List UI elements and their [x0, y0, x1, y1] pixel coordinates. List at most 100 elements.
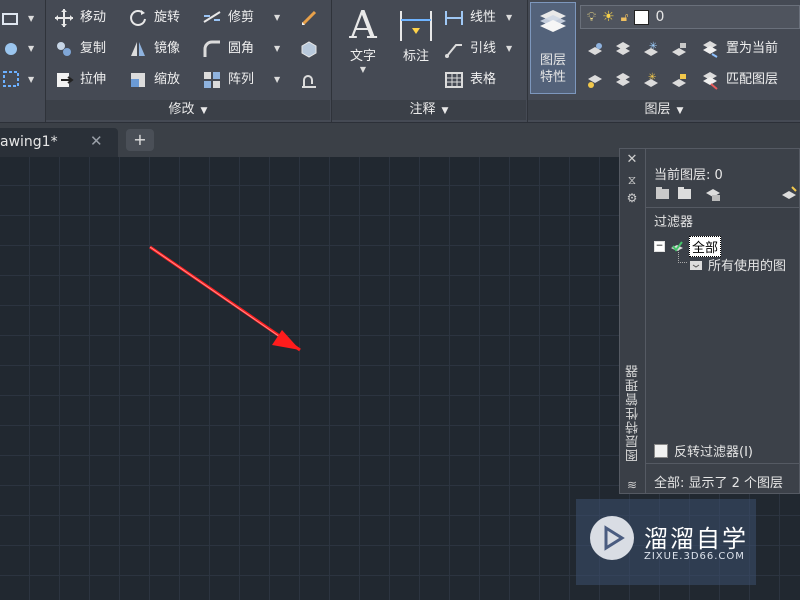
current-layer-value: 0 — [655, 9, 665, 25]
layer-off-icon[interactable] — [584, 38, 606, 60]
match-layer-button[interactable]: 匹配图层 — [700, 67, 778, 93]
copy-icon — [54, 39, 74, 59]
set-current-label: 置为当前 — [726, 41, 779, 56]
erase-icon[interactable] — [298, 7, 320, 29]
chevron-down-icon: ▼ — [200, 106, 208, 116]
chevron-down-icon[interactable]: ▼ — [274, 67, 280, 93]
palette-status-bar: 全部: 显示了 2 个图层 — [646, 463, 799, 496]
draw-hatch-icon[interactable] — [0, 38, 22, 60]
scale-button[interactable]: 缩放 — [128, 67, 180, 93]
filter-tree: − 全部 所有使用的图 — [646, 230, 799, 430]
table-label: 表格 — [470, 72, 497, 87]
chevron-down-icon: ▼ — [359, 65, 367, 74]
modify-panel-title-label: 修改 — [168, 102, 195, 117]
dimension-button[interactable]: 标注 — [394, 4, 438, 65]
filter-folder-icon — [690, 260, 702, 270]
drawing-tab[interactable]: awing1* ✕ — [0, 128, 118, 157]
rotate-button[interactable]: 旋转 — [128, 5, 180, 31]
fillet-button[interactable]: 圆角 ▼ — [202, 36, 280, 62]
fillet-icon — [202, 39, 222, 59]
mirror-button[interactable]: 镜像 — [128, 36, 180, 62]
layer-merge-icon[interactable] — [612, 69, 634, 91]
array-label: 阵列 — [228, 72, 255, 87]
draw-region-icon[interactable] — [0, 68, 22, 90]
trim-button[interactable]: 修剪 ▼ — [202, 5, 280, 31]
annotation-panel: A 文字 ▼ 标注 线性 ▼ 引线 ▼ 表格 注释 ▼ — [332, 0, 526, 122]
auto-hide-icon[interactable]: ⧖ — [625, 173, 639, 187]
layer-lock-icon[interactable] — [668, 38, 690, 60]
stretch-label: 拉伸 — [80, 72, 107, 87]
close-icon[interactable]: ✕ — [625, 153, 639, 167]
layer-color-swatch — [634, 9, 650, 25]
new-tab-button[interactable]: + — [126, 129, 154, 151]
trim-label: 修剪 — [228, 10, 255, 25]
stretch-button[interactable]: 拉伸 — [54, 67, 106, 93]
filters-header: 过滤器 — [646, 207, 799, 231]
tree-node-all-label: 全部 — [689, 236, 722, 257]
tree-node-all-used[interactable]: 所有使用的图 — [688, 255, 786, 274]
table-icon — [444, 70, 464, 90]
watermark: 溜溜自学 ZIXUE.3D66.COM — [576, 499, 756, 585]
tree-node-all[interactable]: − 全部 — [654, 236, 722, 257]
mirror-icon — [128, 39, 148, 59]
annotation-panel-title[interactable]: 注释 ▼ — [332, 100, 526, 120]
close-icon[interactable]: ✕ — [90, 132, 103, 150]
play-logo-icon — [590, 516, 634, 560]
scale-icon — [128, 70, 148, 90]
offset-icon[interactable] — [298, 69, 320, 91]
chevron-down-icon[interactable]: ▼ — [506, 36, 512, 62]
leader-label: 引线 — [470, 41, 497, 56]
invert-filter-checkbox[interactable]: 反转过滤器(I) — [654, 441, 753, 460]
linear-dimension-icon — [444, 8, 464, 28]
chevron-down-icon[interactable]: ▼ — [274, 36, 280, 62]
array-button[interactable]: 阵列 ▼ — [202, 67, 280, 93]
move-icon — [54, 8, 74, 28]
rotate-label: 旋转 — [154, 10, 181, 25]
chevron-down-icon[interactable]: ▼ — [506, 5, 512, 31]
collapse-icon[interactable]: − — [654, 241, 665, 252]
mirror-label: 镜像 — [154, 41, 181, 56]
modify-panel: 移动 旋转 修剪 ▼ 复制 镜像 圆角 ▼ 拉伸 缩放 阵列 ▼ 修改 ▼ — [46, 0, 330, 122]
ribbon: ▼ ▼ ▼ 移动 旋转 修剪 ▼ 复制 镜像 圆角 ▼ 拉伸 缩放 阵列 ▼ 修… — [0, 0, 800, 123]
annotation-panel-title-label: 注释 — [409, 102, 436, 117]
chevron-down-icon: ▼ — [441, 106, 449, 116]
drawing-tab-label: awing1* — [0, 134, 58, 150]
layer-properties-manager: ✕ ⧖ ⚙ 图层特性管理器 ≋ 当前图层: 0 过滤器 − 全部 所有使用的图 — [619, 148, 800, 494]
layer-walk-icon[interactable] — [584, 69, 606, 91]
layer-thaw-icon[interactable]: ✳ — [640, 69, 662, 91]
layer-unlock-icon[interactable] — [668, 69, 690, 91]
settings-icon[interactable]: ⚙ — [625, 191, 639, 205]
layer-stack-icon: ≋ — [626, 478, 638, 492]
new-property-filter-icon[interactable] — [654, 185, 672, 203]
table-button[interactable]: 表格 — [444, 67, 496, 93]
svg-text:✳: ✳ — [648, 72, 656, 83]
layer-freeze-icon[interactable]: ✳ — [640, 38, 662, 60]
palette-title: 图层特性管理器 — [626, 364, 641, 462]
svg-text:✳: ✳ — [649, 41, 657, 52]
chevron-down-icon[interactable]: ▼ — [28, 75, 34, 84]
text-button[interactable]: A 文字 ▼ — [342, 2, 384, 74]
copy-button[interactable]: 复制 — [54, 36, 106, 62]
layer-states-icon[interactable] — [704, 185, 722, 203]
new-group-filter-icon[interactable] — [676, 185, 694, 203]
chevron-down-icon[interactable]: ▼ — [274, 5, 280, 31]
chevron-down-icon[interactable]: ▼ — [28, 44, 34, 53]
chevron-down-icon[interactable]: ▼ — [28, 14, 34, 23]
set-current-button[interactable]: 置为当前 — [700, 36, 778, 62]
layer-isolate-icon[interactable] — [612, 38, 634, 60]
layers-panel-title-label: 图层 — [644, 102, 671, 117]
modify-panel-title[interactable]: 修改 ▼ — [46, 100, 330, 120]
linear-button[interactable]: 线性 ▼ — [444, 5, 512, 31]
dimension-icon — [394, 4, 438, 48]
new-layer-icon[interactable] — [780, 185, 798, 203]
leader-button[interactable]: 引线 ▼ — [444, 36, 512, 62]
copy-label: 复制 — [80, 41, 107, 56]
draw-rectangle-icon[interactable] — [0, 8, 22, 30]
fillet-label: 圆角 — [228, 41, 255, 56]
3d-box-icon[interactable] — [298, 38, 320, 60]
layer-dropdown[interactable]: 💡︎ ☀ 🔓︎ 0 — [580, 5, 800, 29]
move-button[interactable]: 移动 — [54, 5, 106, 31]
palette-content: 当前图层: 0 过滤器 − 全部 所有使用的图 反转过滤器(I) 全部: 显示了… — [646, 149, 799, 493]
layers-panel-title[interactable]: 图层 ▼ — [528, 100, 800, 120]
layer-properties-button[interactable]: 图层 特性 — [530, 2, 576, 94]
